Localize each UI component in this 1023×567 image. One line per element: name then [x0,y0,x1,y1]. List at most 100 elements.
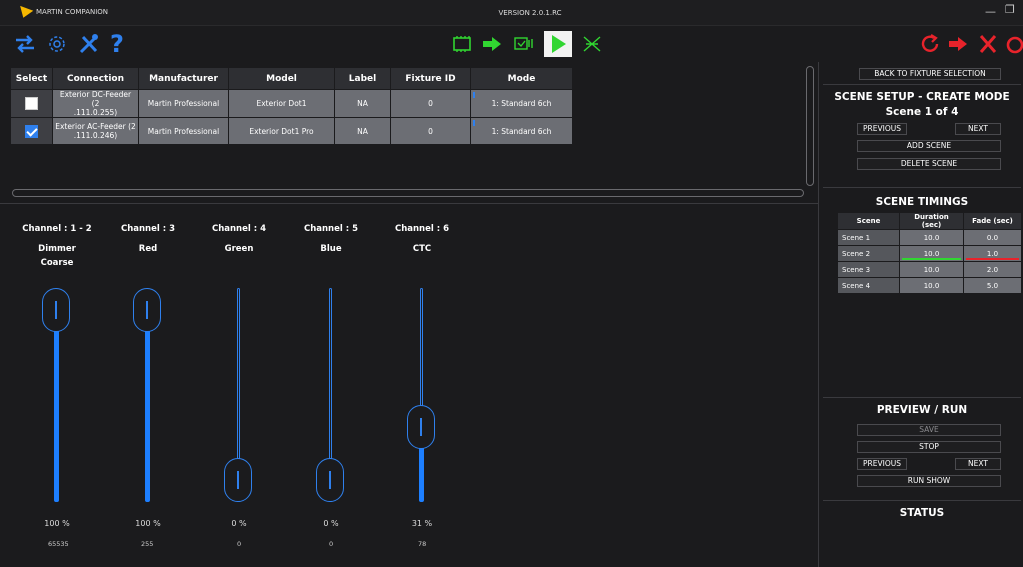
timings-header-scene: Scene [837,212,900,230]
col-header-select: Select [10,67,53,90]
mode-cell[interactable]: 1: Standard 6ch [470,117,573,145]
channel-function-line2: Coarse [40,258,74,268]
channel-raw-value: 65535 [48,540,69,548]
mode-cell[interactable]: 1: Standard 6ch [470,89,573,118]
table-row[interactable]: Scene 4 10.0 5.0 [837,277,1022,294]
table-row[interactable]: Scene 3 10.0 2.0 [837,261,1022,278]
channel-faders: Channel : 1 - 2 Dimmer Coarse 100 % 65535… [0,203,818,567]
fade-cell[interactable]: 0.0 [963,229,1022,246]
dmx-icon[interactable] [512,32,536,56]
label-cell: NA [334,117,391,145]
channel-function-line1: Dimmer [38,244,76,254]
duration-cell[interactable]: 10.0 [899,261,964,278]
run-show-button[interactable]: RUN SHOW [857,475,1001,487]
scene-name-cell[interactable]: Scene 2 [837,245,900,262]
col-header-mode: Mode [470,67,573,90]
fader-handle[interactable] [316,458,344,502]
arrow-right-red-icon[interactable] [946,32,970,56]
channel-raw-value: 0 [237,540,242,548]
table-row[interactable]: Exterior DC-Feeder (2.111.0.255) Martin … [10,89,573,118]
fixture-id-cell[interactable]: 0 [390,89,471,118]
row-select-cell[interactable] [10,117,53,145]
model-cell: Exterior Dot1 [228,89,335,118]
channel-function-line1: Blue [320,244,342,254]
fader-handle[interactable] [224,458,252,502]
help-icon[interactable]: ? [106,30,128,58]
fade-cell[interactable]: 1.0 [963,245,1022,262]
duration-value: 10.0 [923,249,940,258]
scene-previous-button[interactable]: PREVIOUS [857,123,907,135]
select-checkbox[interactable] [25,97,38,110]
fixture-id-cell[interactable]: 0 [390,117,471,145]
chip-icon[interactable] [450,32,474,56]
cross-pattern-icon[interactable] [580,32,604,56]
right-panel: BACK TO FIXTURE SELECTION SCENE SETUP - … [818,62,1023,567]
channel-title: Channel : 5 [303,224,359,234]
channel-function: Red [103,242,193,256]
table-row[interactable]: Exterior AC-Feeder (2.111.0.246) Martin … [10,117,573,145]
vertical-scrollbar[interactable] [806,66,814,186]
connection-text-2: .111.0.255) [73,108,118,117]
channel-percent: 100 % [44,519,70,528]
power-red-icon[interactable] [1004,32,1023,56]
title-bar: MARTIN COMPANION VERSION 2.0.1.RC — ❐ [0,0,1023,26]
channel-function-line1: CTC [412,244,432,254]
refresh-red-icon[interactable] [918,32,942,56]
channel-raw-value: 255 [141,540,154,548]
table-row[interactable]: Scene 2 10.0 1.0 [837,245,1022,262]
preview-next-button[interactable]: NEXT [955,458,1001,470]
cross-red-icon[interactable] [976,32,1000,56]
add-scene-button[interactable]: ADD SCENE [857,140,1001,152]
channel-raw-value: 0 [329,540,334,548]
fixture-table: Select Connection Manufacturer Model Lab… [10,67,573,145]
fade-cell[interactable]: 2.0 [963,261,1022,278]
scene-name-cell[interactable]: Scene 4 [837,277,900,294]
fade-cell[interactable]: 5.0 [963,277,1022,294]
stop-button[interactable]: STOP [857,441,1001,453]
channel-function: Dimmer Coarse [12,242,102,270]
scene-setup-section: SCENE SETUP - CREATE MODE Scene 1 of 4 P… [823,84,1021,187]
scene-timings-title: SCENE TIMINGS [875,196,969,208]
col-header-connection: Connection [52,67,139,90]
swap-arrows-icon[interactable] [12,32,38,56]
back-to-fixture-selection-button[interactable]: BACK TO FIXTURE SELECTION [859,68,1001,80]
fader-handle[interactable] [42,288,70,332]
scene-name-cell[interactable]: Scene 3 [837,261,900,278]
duration-progress-line [902,258,961,260]
channel-title: Channel : 6 [394,224,450,234]
preview-previous-button[interactable]: PREVIOUS [857,458,907,470]
duration-cell[interactable]: 10.0 [899,245,964,262]
fader-fill [54,310,59,502]
fixture-table-area: Select Connection Manufacturer Model Lab… [0,62,818,202]
gear-icon[interactable] [44,32,70,56]
connection-text-2: .111.0.246) [73,131,118,140]
timings-header-duration: Duration (sec) [899,212,964,230]
connection-text: Exterior DC-Feeder (2 [59,90,132,108]
channel-raw-value: 78 [418,540,427,548]
preview-run-title: PREVIEW / RUN [876,404,968,416]
scene-name-cell[interactable]: Scene 1 [837,229,900,246]
mode-text: 1: Standard 6ch [491,126,552,136]
manufacturer-cell: Martin Professional [138,117,229,145]
arrow-right-green-icon[interactable] [480,32,504,56]
channel-title: Channel : 4 [211,224,267,234]
duration-cell[interactable]: 10.0 [899,229,964,246]
channel-title: Channel : 1 - 2 [22,224,92,234]
channel-percent: 0 % [231,519,247,528]
select-checkbox[interactable] [25,124,38,138]
horizontal-scrollbar[interactable] [12,189,804,197]
fader-handle[interactable] [133,288,161,332]
delete-scene-button[interactable]: DELETE SCENE [857,158,1001,170]
row-select-cell[interactable] [10,89,53,118]
tools-icon[interactable] [76,32,102,56]
fader-handle[interactable] [407,405,435,450]
save-button[interactable]: SAVE [857,424,1001,436]
scene-next-button[interactable]: NEXT [955,123,1001,135]
restore-button[interactable]: ❐ [1005,3,1015,16]
scene-setup-title: SCENE SETUP - CREATE MODE [834,91,1010,103]
play-icon[interactable] [544,31,572,57]
table-row[interactable]: Scene 1 10.0 0.0 [837,229,1022,246]
duration-cell[interactable]: 10.0 [899,277,964,294]
channel-function: CTC [377,242,467,256]
minimize-button[interactable]: — [985,5,996,18]
